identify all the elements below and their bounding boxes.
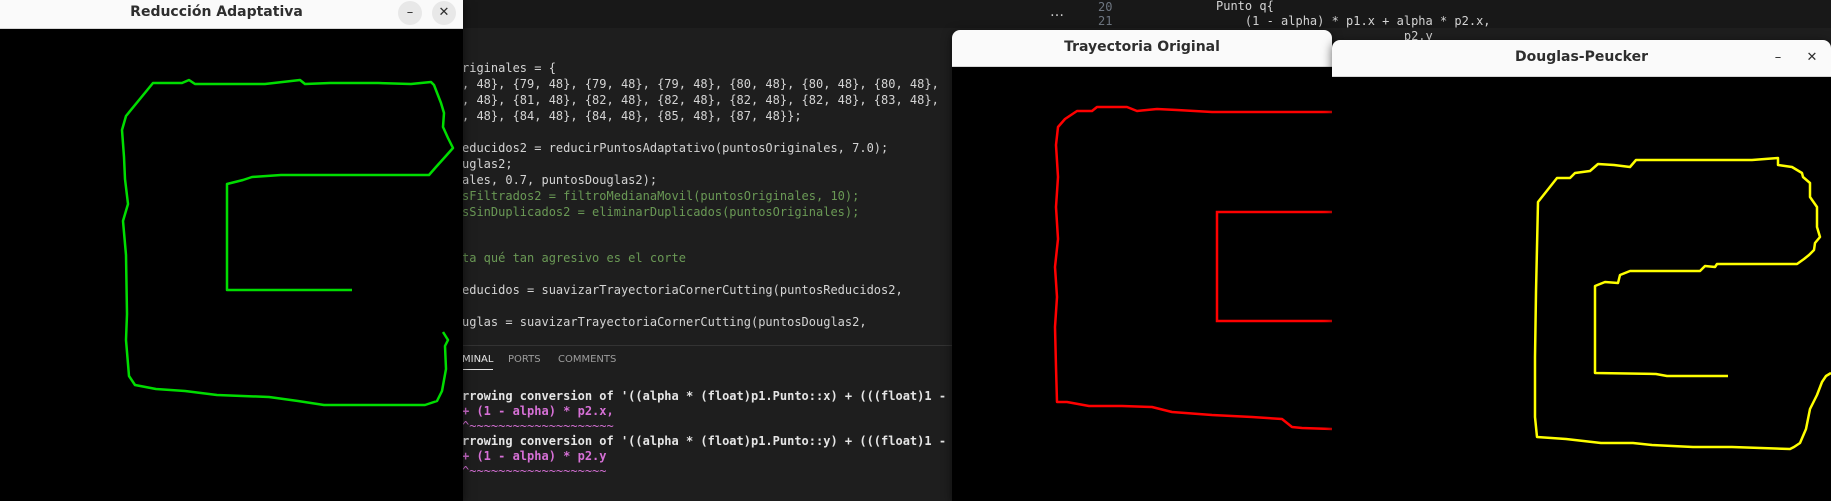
line-number: 20 bbox=[1098, 0, 1113, 14]
code-line: (1 - alpha) * p1.x + alpha * p2.x, bbox=[1216, 14, 1491, 28]
window-titlebar[interactable]: Trayectoria Original bbox=[952, 30, 1332, 67]
window-reduccion-adaptativa[interactable]: Reducción Adaptativa – ✕ bbox=[0, 0, 463, 501]
panel-tab-bar: MINAL PORTS COMMENTS bbox=[462, 345, 952, 376]
code-line: uglas = suavizarTrayectoriaCornerCutting… bbox=[462, 315, 867, 329]
trajectory-canvas bbox=[120, 78, 455, 407]
window-douglas-peucker[interactable]: Douglas-Peucker – ✕ bbox=[1332, 40, 1831, 501]
trajectory-path bbox=[120, 78, 455, 407]
code-line: Punto q{ bbox=[1216, 0, 1274, 13]
code-line: riginales = { bbox=[462, 61, 556, 75]
minimize-button[interactable]: – bbox=[1766, 46, 1790, 70]
tab-comments[interactable]: COMMENTS bbox=[558, 354, 616, 365]
trajectory-path bbox=[1053, 105, 1332, 431]
trajectory-canvas bbox=[1533, 156, 1831, 451]
line-number: 21 bbox=[1098, 14, 1113, 28]
code-line: educidos = suavizarTrayectoriaCornerCutt… bbox=[462, 283, 903, 297]
close-button[interactable]: ✕ bbox=[1800, 46, 1824, 70]
window-title: Douglas-Peucker bbox=[1515, 49, 1648, 65]
trajectory-canvas bbox=[1053, 105, 1332, 431]
window-title: Reducción Adaptativa bbox=[130, 4, 303, 20]
terminal-line: + (1 - alpha) * p2.x, bbox=[462, 404, 614, 418]
terminal-line: + (1 - alpha) * p2.y bbox=[462, 449, 607, 463]
terminal-line: ^~~~~~~~~~~~~~~~~~~~~ bbox=[462, 419, 614, 433]
code-line: sSinDuplicados2 = eliminarDuplicados(pun… bbox=[462, 205, 860, 219]
window-titlebar[interactable]: Douglas-Peucker – ✕ bbox=[1332, 40, 1831, 77]
code-line: ales, 0.7, puntosDouglas2); bbox=[462, 173, 658, 187]
code-line: , 48}, {81, 48}, {82, 48}, {82, 48}, {82… bbox=[462, 93, 939, 107]
minimize-button[interactable]: – bbox=[398, 1, 422, 25]
code-line: ta qué tan agresivo es el corte bbox=[462, 251, 686, 265]
terminal-line: ^~~~~~~~~~~~~~~~~~~~ bbox=[462, 464, 607, 478]
window-title: Trayectoria Original bbox=[1064, 39, 1220, 55]
code-line: , 48}, {79, 48}, {79, 48}, {79, 48}, {80… bbox=[462, 77, 939, 91]
terminal-line: rrowing conversion of '((alpha * (float)… bbox=[462, 389, 968, 403]
window-titlebar[interactable]: Reducción Adaptativa – ✕ bbox=[0, 0, 463, 29]
code-line: sFiltrados2 = filtroMedianaMovil(puntosO… bbox=[462, 189, 860, 203]
window-trayectoria-original[interactable]: Trayectoria Original bbox=[952, 30, 1332, 501]
tab-ports[interactable]: PORTS bbox=[508, 354, 541, 365]
code-line: educidos2 = reducirPuntosAdaptativo(punt… bbox=[462, 141, 889, 155]
code-line: , 48}, {84, 48}, {84, 48}, {85, 48}, {87… bbox=[462, 109, 802, 123]
trajectory-path bbox=[1533, 156, 1831, 451]
close-button[interactable]: ✕ bbox=[432, 1, 456, 25]
terminal-line: rrowing conversion of '((alpha * (float)… bbox=[462, 434, 968, 448]
trajectory-path bbox=[1215, 210, 1332, 323]
more-actions-button[interactable]: … bbox=[1050, 4, 1064, 20]
tab-terminal[interactable]: MINAL bbox=[462, 354, 494, 370]
code-line: uglas2; bbox=[462, 157, 513, 171]
